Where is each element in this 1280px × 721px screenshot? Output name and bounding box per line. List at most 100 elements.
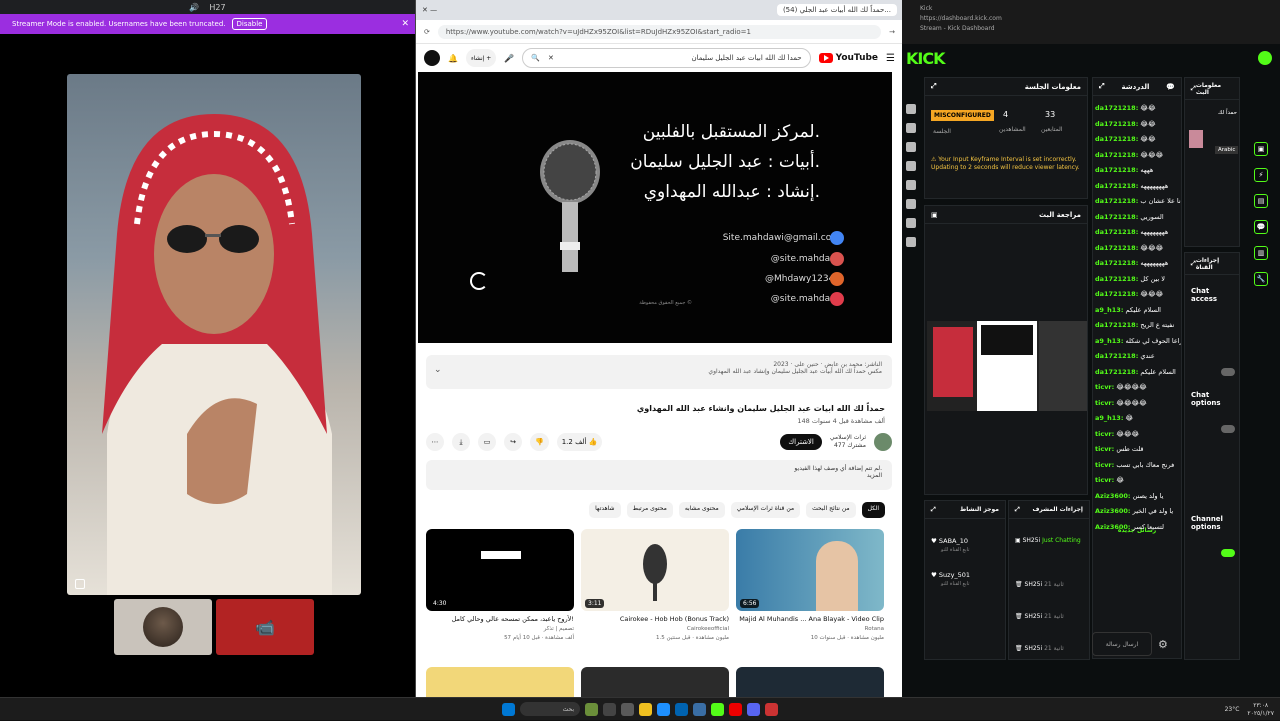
thumbnail-6[interactable] — [736, 667, 884, 697]
preview-thumbnail[interactable] — [927, 321, 1087, 411]
shortcut-icon[interactable]: 🔧 — [1254, 272, 1268, 286]
mic-icon[interactable]: 🎤 — [504, 54, 514, 63]
toggle-switch[interactable] — [1221, 368, 1235, 376]
like-button[interactable]: 1.2 ألف 👍 — [556, 433, 603, 451]
forward-icon[interactable]: → — [889, 28, 895, 36]
chip-search[interactable]: من نتائج البحث — [806, 502, 856, 518]
nav-icon[interactable] — [906, 218, 916, 228]
thumbnail-1[interactable]: 4:30 — [426, 529, 574, 611]
nav-icon[interactable] — [906, 142, 916, 152]
chat-username[interactable]: da1721218 — [1095, 135, 1136, 143]
close-window-icon[interactable]: ✕ — — [422, 6, 437, 14]
chat-username[interactable]: ticvr — [1095, 445, 1112, 453]
chip-related[interactable]: محتوى مرتبط — [626, 502, 673, 518]
menu-icon[interactable]: ☰ — [886, 53, 895, 64]
chip-channel[interactable]: من قناة ثرات الإسلامي — [730, 502, 801, 518]
chat-username[interactable]: da1721218 — [1095, 259, 1136, 267]
chat-username[interactable]: a9_h13 — [1095, 337, 1121, 345]
chip-similar[interactable]: محتوى مشابه — [678, 502, 725, 518]
shortcut-icon[interactable]: 💬 — [1254, 220, 1268, 234]
thumbnail-4[interactable] — [426, 667, 574, 697]
chat-username[interactable]: da1721218 — [1095, 228, 1136, 236]
app-icon[interactable] — [765, 702, 778, 716]
about-more[interactable]: المزيد — [436, 472, 882, 479]
chat-username[interactable]: ticvr — [1095, 399, 1112, 407]
search-input[interactable]: حمداً لك الله ابيات عبد الجليل سليمان — [562, 54, 801, 62]
chat-username[interactable]: ticvr — [1095, 430, 1112, 438]
chat-username[interactable]: da1721218 — [1095, 275, 1136, 283]
search-icon[interactable]: 🔍 — [531, 54, 540, 62]
taskbar-search[interactable]: بحث — [520, 702, 580, 716]
save-icon[interactable]: ▭ — [478, 433, 496, 451]
chip-all[interactable]: الكل — [861, 502, 885, 518]
fullscreen-icon[interactable] — [75, 579, 85, 589]
thumb-title-2[interactable]: Cairokee - Hob Hob (Bonus Track) — [581, 615, 729, 623]
chat-username[interactable]: Aziz3600 — [1095, 492, 1128, 500]
toggle-switch[interactable] — [1221, 425, 1235, 433]
search-box[interactable]: 🔍 ✕ حمداً لك الله ابيات عبد الجليل سليما… — [522, 48, 811, 68]
nav-icon[interactable] — [906, 161, 916, 171]
expand-icon[interactable]: ⤢ — [931, 506, 936, 514]
discord-icon[interactable] — [747, 702, 760, 716]
youtube-icon[interactable] — [729, 702, 742, 716]
disable-button[interactable]: Disable — [231, 18, 268, 30]
thumbnail-2[interactable]: 3:11 — [581, 529, 729, 611]
kick-icon[interactable] — [711, 702, 724, 716]
chat-username[interactable]: ticvr — [1095, 476, 1112, 484]
expand-icon[interactable]: ⤢ — [1099, 82, 1105, 91]
nav-icon[interactable] — [906, 104, 916, 114]
nav-icon[interactable] — [906, 123, 916, 133]
download-icon[interactable]: ⤓ — [452, 433, 470, 451]
channel-info[interactable]: ثرات الإسلامي 477 مشترك — [830, 434, 866, 450]
chat-username[interactable]: da1721218 — [1095, 166, 1136, 174]
back-icon[interactable]: ⟳ — [424, 28, 430, 36]
app-icon[interactable] — [693, 702, 706, 716]
chip-watched[interactable]: شاهدتها — [589, 502, 621, 518]
app-icon[interactable] — [675, 702, 688, 716]
start-icon[interactable] — [502, 702, 515, 716]
chat-username[interactable]: da1721218 — [1095, 290, 1136, 298]
shortcut-icon[interactable]: ⚡ — [1254, 168, 1268, 182]
chat-username[interactable]: da1721218 — [1095, 151, 1136, 159]
weather[interactable]: 23°C — [1225, 706, 1240, 713]
kick-logo[interactable]: KICK — [906, 49, 945, 68]
camera-off-tile[interactable]: 📹 — [216, 599, 314, 655]
profile-avatar[interactable] — [1258, 51, 1272, 65]
main-camera-feed[interactable] — [67, 74, 361, 595]
folder-icon[interactable] — [639, 702, 652, 716]
chat-username[interactable]: da1721218 — [1095, 352, 1136, 360]
chat-username[interactable]: a9_h13 — [1095, 414, 1121, 422]
youtube-logo[interactable]: YouTube — [818, 53, 878, 63]
settings-gear-icon[interactable]: ⚙ — [1158, 638, 1168, 651]
chat-username[interactable]: da1721218 — [1095, 197, 1136, 205]
chat-username[interactable]: da1721218 — [1095, 120, 1136, 128]
chat-username[interactable]: da1721218 — [1095, 182, 1136, 190]
clear-icon[interactable]: ✕ — [548, 54, 554, 62]
share-icon[interactable]: ↪ — [504, 433, 522, 451]
thumbnail-5[interactable] — [581, 667, 729, 697]
toggle-switch[interactable] — [1221, 549, 1235, 557]
app-icon[interactable] — [603, 702, 616, 716]
chat-username[interactable]: Aziz3600 — [1095, 523, 1128, 531]
expand-icon[interactable]: ⤢ — [931, 82, 937, 91]
nav-icon[interactable] — [906, 199, 916, 209]
chat-username[interactable]: a9_h13 — [1095, 306, 1121, 314]
clock[interactable]: ٢٣:٠٨ ٢٠٢٥/١/٢٧ — [1247, 702, 1274, 718]
send-message-input[interactable]: ارسال رسالة — [1092, 632, 1152, 656]
participant-tile[interactable] — [114, 599, 212, 655]
chat-username[interactable]: da1721218 — [1095, 213, 1136, 221]
close-icon[interactable]: ✕ — [401, 19, 409, 29]
kick-url[interactable]: https://dashboard.kick.com — [920, 14, 1262, 24]
chat-username[interactable]: Aziz3600 — [1095, 507, 1128, 515]
description-box[interactable]: الناشر: محمد بن عابض · حنين على · 2023 م… — [426, 355, 892, 389]
dislike-icon[interactable]: 👎 — [530, 433, 549, 451]
chevron-down-icon[interactable]: ⌄ — [434, 365, 442, 375]
chat-username[interactable]: da1721218 — [1095, 321, 1136, 329]
chat-username[interactable]: da1721218 — [1095, 244, 1136, 252]
shortcut-icon[interactable]: ▥ — [1254, 246, 1268, 260]
create-button[interactable]: إنشاء + — [465, 49, 497, 67]
widget-icon[interactable] — [585, 702, 598, 716]
thumb-title-3[interactable]: Majid Al Muhandis ... Ana Blayak - Video… — [736, 615, 884, 623]
account-avatar[interactable] — [424, 50, 440, 66]
notifications-icon[interactable]: 🔔 — [448, 54, 458, 63]
